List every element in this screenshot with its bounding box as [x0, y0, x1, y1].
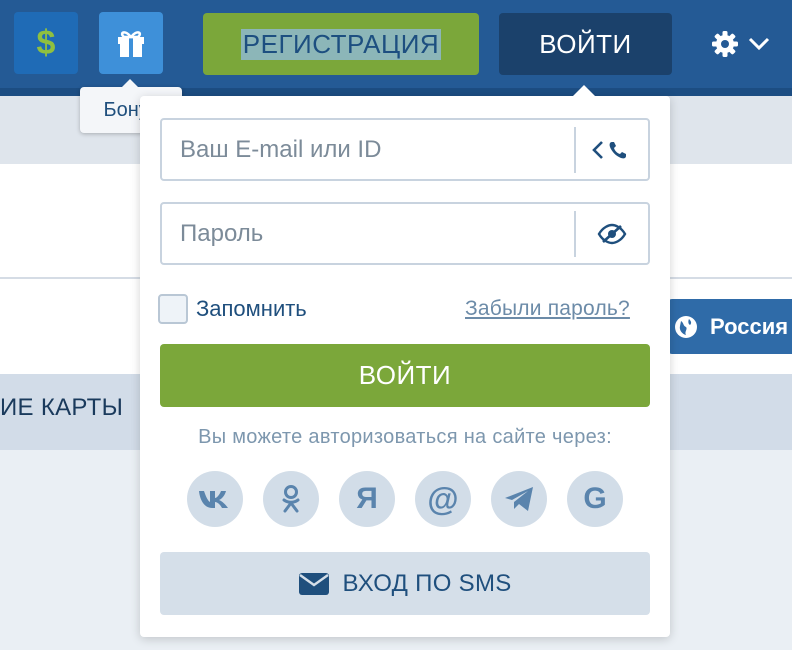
gift-icon [118, 31, 144, 57]
register-label: РЕГИСТРАЦИЯ [240, 28, 442, 60]
vk-icon [199, 491, 228, 508]
sms-login-label: ВХОД ПО SMS [342, 569, 512, 597]
show-password-button[interactable] [576, 204, 648, 263]
sms-login-button[interactable]: ВХОД ПО SMS [160, 552, 650, 615]
gear-icon [712, 31, 738, 57]
telegram-login-button[interactable] [491, 471, 547, 527]
odnoklassniki-login-button[interactable] [263, 471, 319, 527]
phone-toggle-button[interactable] [576, 120, 648, 179]
background-menu-item[interactable]: ИЕ КАРТЫ [0, 394, 123, 422]
globe-icon [675, 315, 697, 338]
bonus-button[interactable] [99, 12, 163, 74]
remember-label: Запомнить [196, 296, 307, 321]
country-selector[interactable]: Россия [668, 299, 792, 354]
telegram-icon [505, 487, 533, 511]
country-label: Россия [710, 313, 789, 339]
remember-me[interactable]: Запомнить [158, 294, 307, 324]
social-login-caption: Вы можете авторизоваться на сайте через: [198, 426, 612, 448]
password-input[interactable] [162, 204, 574, 263]
mail-at-icon: @ [427, 480, 459, 517]
yandex-login-button[interactable]: Я [339, 471, 395, 527]
register-button[interactable]: РЕГИСТРАЦИЯ [203, 13, 479, 75]
login-submit-button[interactable]: ВОЙТИ [160, 344, 650, 407]
google-icon: G [583, 482, 607, 515]
forgot-password-link[interactable]: Забыли пароль? [465, 297, 630, 321]
remember-checkbox[interactable] [158, 294, 188, 324]
eye-slash-icon [597, 223, 627, 244]
odnoklassniki-icon [282, 485, 300, 513]
vk-login-button[interactable] [187, 471, 243, 527]
envelope-icon [299, 572, 330, 595]
yandex-icon: Я [356, 482, 378, 515]
email-field-wrapper [160, 118, 650, 181]
login-header-button[interactable]: ВОЙТИ [499, 13, 672, 75]
dollar-icon: $ [36, 23, 56, 62]
email-input[interactable] [162, 120, 574, 179]
phone-switch-icon [592, 140, 626, 159]
deposit-button[interactable]: $ [14, 12, 78, 74]
settings-menu[interactable] [710, 26, 774, 62]
mailru-login-button[interactable]: @ [415, 471, 471, 527]
chevron-down-icon [748, 37, 770, 51]
google-login-button[interactable]: G [567, 471, 623, 527]
login-popup: Запомнить Забыли пароль? ВОЙТИ Вы можете… [140, 85, 670, 637]
password-field-wrapper [160, 202, 650, 265]
